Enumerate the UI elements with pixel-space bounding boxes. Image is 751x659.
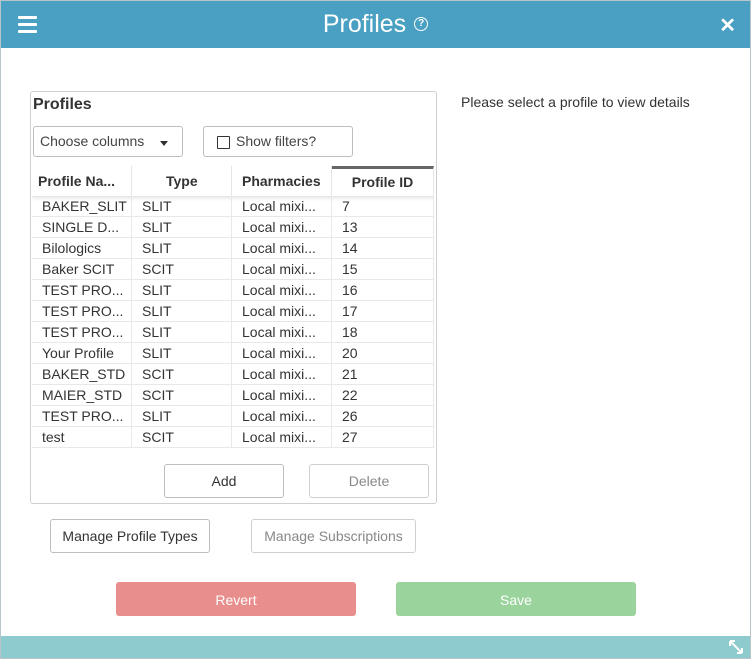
cell-pharmacies: Local mixi... [232,406,332,426]
details-placeholder: Please select a profile to view details [461,94,690,110]
cell-type: SLIT [132,238,232,258]
cell-profile-id: 14 [332,238,434,258]
cell-pharmacies: Local mixi... [232,238,332,258]
cell-type: SCIT [132,385,232,405]
cell-profile-id: 16 [332,280,434,300]
show-filters-toggle[interactable]: Show filters? [203,126,353,157]
cell-profile-id: 15 [332,259,434,279]
cell-type: SCIT [132,364,232,384]
column-header-profile-name[interactable]: Profile Na... [32,166,132,196]
table-row[interactable]: Bilologics SLIT Local mixi... 14 [32,238,434,259]
cell-pharmacies: Local mixi... [232,259,332,279]
help-icon[interactable]: ? [414,17,429,32]
close-icon[interactable]: ✕ [719,13,736,38]
checkbox-icon[interactable] [217,136,230,149]
table-row[interactable]: TEST PRO... SLIT Local mixi... 26 [32,406,434,427]
revert-button[interactable]: Revert [116,582,356,616]
resize-icon[interactable] [728,639,744,655]
column-header-type[interactable]: Type [132,166,232,196]
cell-type: SCIT [132,259,232,279]
cell-profile-name: Baker SCIT [32,259,132,279]
manage-subscriptions-button[interactable]: Manage Subscriptions [251,519,416,553]
delete-button[interactable]: Delete [309,464,429,498]
table-row[interactable]: TEST PRO... SLIT Local mixi... 16 [32,280,434,301]
cell-pharmacies: Local mixi... [232,343,332,363]
table-row[interactable]: MAIER_STD SCIT Local mixi... 22 [32,385,434,406]
cell-profile-id: 7 [332,196,434,216]
cell-pharmacies: Local mixi... [232,322,332,342]
cell-profile-name: Bilologics [32,238,132,258]
table-row[interactable]: BAKER_STD SCIT Local mixi... 21 [32,364,434,385]
cell-type: SLIT [132,343,232,363]
grid-header: Profile Na... Type Pharmacies Profile ID [32,166,434,197]
table-row[interactable]: BAKER_SLIT SLIT Local mixi... 7 [32,196,434,217]
cell-type: SLIT [132,280,232,300]
title-bar: Profiles? ✕ [1,1,750,48]
cell-profile-name: TEST PRO... [32,406,132,426]
column-header-profile-id[interactable]: Profile ID [332,166,434,196]
cell-profile-name: TEST PRO... [32,322,132,342]
choose-columns-dropdown[interactable]: Choose columns [33,126,183,157]
cell-profile-id: 18 [332,322,434,342]
cell-pharmacies: Local mixi... [232,280,332,300]
caret-down-icon [160,141,168,146]
save-button[interactable]: Save [396,582,636,616]
cell-type: SLIT [132,322,232,342]
cell-profile-id: 17 [332,301,434,321]
profiles-dialog: Profiles? ✕ Profiles Choose columns Show… [0,0,751,659]
cell-type: SLIT [132,301,232,321]
table-row[interactable]: Baker SCIT SCIT Local mixi... 15 [32,259,434,280]
cell-profile-name: BAKER_STD [32,364,132,384]
cell-profile-name: SINGLE D... [32,217,132,237]
panel-title: Profiles [33,96,92,113]
manage-profile-types-button[interactable]: Manage Profile Types [50,519,210,553]
dialog-title: Profiles? [1,10,750,39]
cell-profile-name: test [32,427,132,447]
cell-profile-id: 20 [332,343,434,363]
cell-pharmacies: Local mixi... [232,217,332,237]
cell-profile-id: 27 [332,427,434,447]
cell-profile-name: TEST PRO... [32,280,132,300]
cell-type: SLIT [132,196,232,216]
cell-profile-name: TEST PRO... [32,301,132,321]
choose-columns-label: Choose columns [40,133,145,149]
table-row[interactable]: test SCIT Local mixi... 27 [32,427,434,448]
profiles-grid: Profile Na... Type Pharmacies Profile ID… [32,166,434,448]
dialog-title-text: Profiles [322,10,407,38]
table-row[interactable]: TEST PRO... SLIT Local mixi... 18 [32,322,434,343]
cell-type: SCIT [132,427,232,447]
cell-profile-name: Your Profile [32,343,132,363]
cell-pharmacies: Local mixi... [232,364,332,384]
show-filters-label: Show filters? [236,133,317,149]
profiles-panel: Profiles Choose columns Show filters? Pr… [30,91,437,504]
cell-pharmacies: Local mixi... [232,385,332,405]
table-row[interactable]: TEST PRO... SLIT Local mixi... 17 [32,301,434,322]
cell-profile-id: 13 [332,217,434,237]
cell-pharmacies: Local mixi... [232,301,332,321]
cell-profile-name: BAKER_SLIT [32,196,132,216]
cell-profile-id: 26 [332,406,434,426]
cell-profile-name: MAIER_STD [32,385,132,405]
cell-profile-id: 22 [332,385,434,405]
cell-pharmacies: Local mixi... [232,427,332,447]
table-row[interactable]: SINGLE D... SLIT Local mixi... 13 [32,217,434,238]
cell-type: SLIT [132,406,232,426]
column-header-pharmacies[interactable]: Pharmacies [232,166,332,196]
cell-pharmacies: Local mixi... [232,196,332,216]
cell-profile-id: 21 [332,364,434,384]
footer-bar [1,636,750,658]
cell-type: SLIT [132,217,232,237]
table-row[interactable]: Your Profile SLIT Local mixi... 20 [32,343,434,364]
add-button[interactable]: Add [164,464,284,498]
